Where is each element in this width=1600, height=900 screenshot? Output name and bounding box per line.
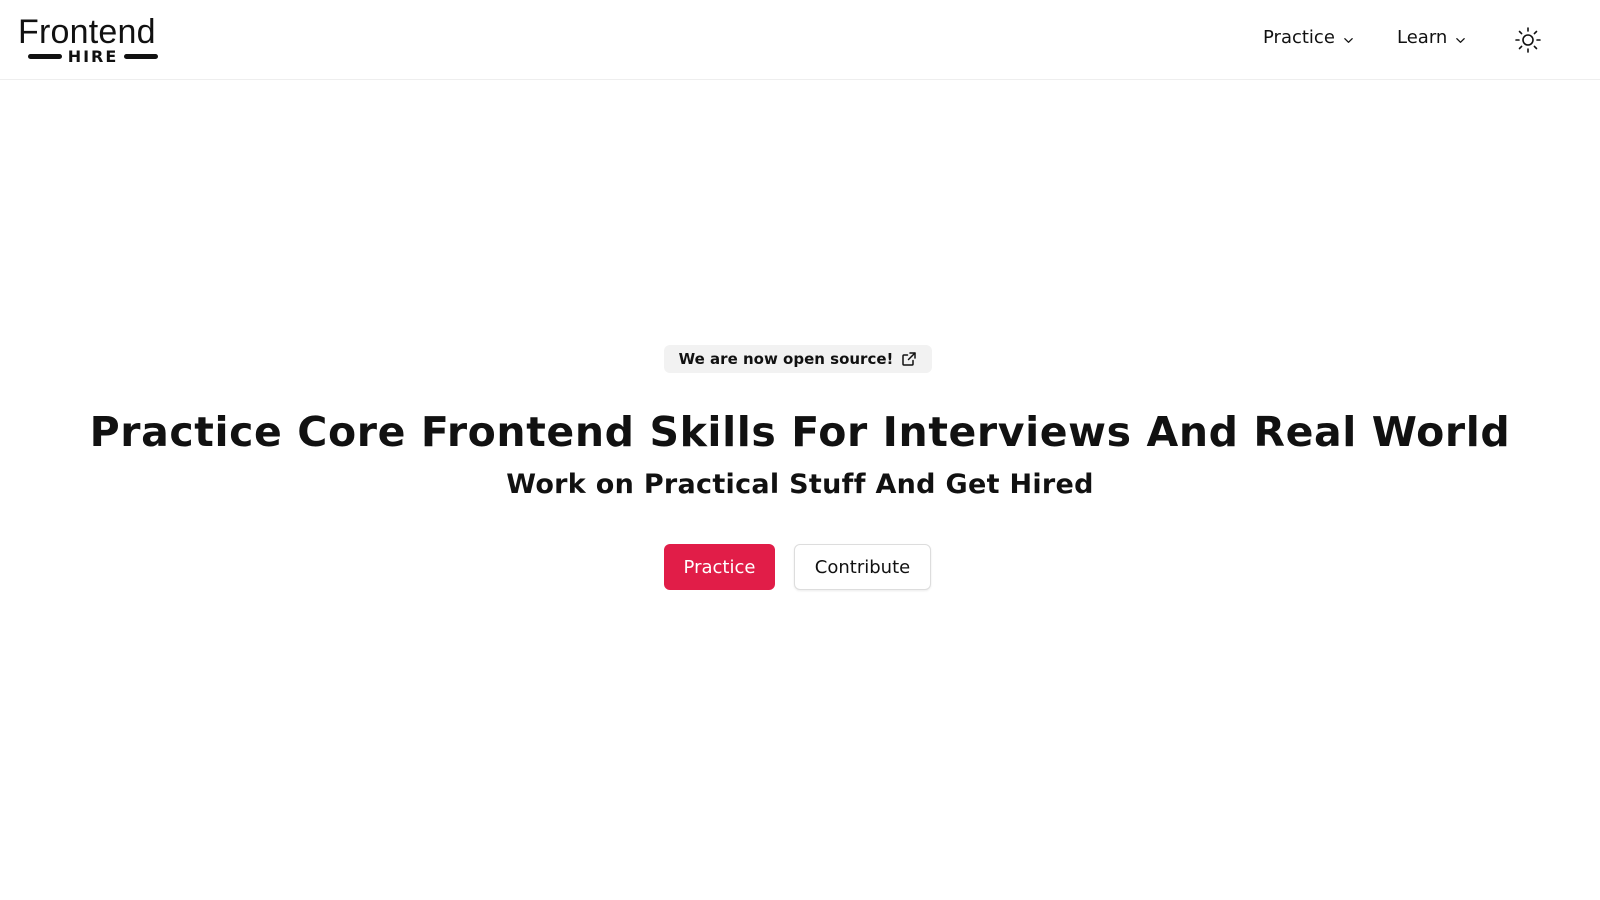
hero-title: Practice Core Frontend Skills For Interv…	[89, 408, 1511, 456]
nav-item-practice-label: Practice	[1263, 27, 1335, 48]
chevron-down-icon	[1456, 37, 1466, 43]
nav-item-learn-label: Learn	[1397, 27, 1448, 48]
logo-bar-right	[124, 53, 158, 59]
theme-toggle-button[interactable]	[1514, 26, 1542, 54]
frontend-hire-logo[interactable]: Frontend HIRE	[18, 14, 170, 66]
open-source-badge-label: We are now open source!	[678, 350, 894, 368]
open-source-badge[interactable]: We are now open source!	[664, 345, 932, 373]
chevron-down-icon	[1344, 37, 1353, 43]
logo-subtext: HIRE	[67, 46, 119, 66]
contribute-button[interactable]: Contribute	[794, 544, 931, 590]
hero-section: We are now open source! Practice Core Fr…	[0, 80, 1600, 900]
nav-item-practice[interactable]: Practice	[1257, 19, 1360, 56]
logo-wordmark: Frontend	[18, 13, 156, 51]
logo-subline: HIRE	[28, 46, 158, 66]
external-link-icon	[902, 352, 917, 366]
logo-bar-left	[28, 53, 62, 59]
hero-subtitle: Work on Practical Stuff And Get Hired	[506, 469, 1094, 500]
sun-icon	[1515, 27, 1541, 53]
practice-button[interactable]: Practice	[664, 544, 775, 590]
nav-item-learn[interactable]: Learn	[1391, 19, 1472, 56]
site-header: Frontend HIRE Practice Learn	[0, 0, 1600, 80]
